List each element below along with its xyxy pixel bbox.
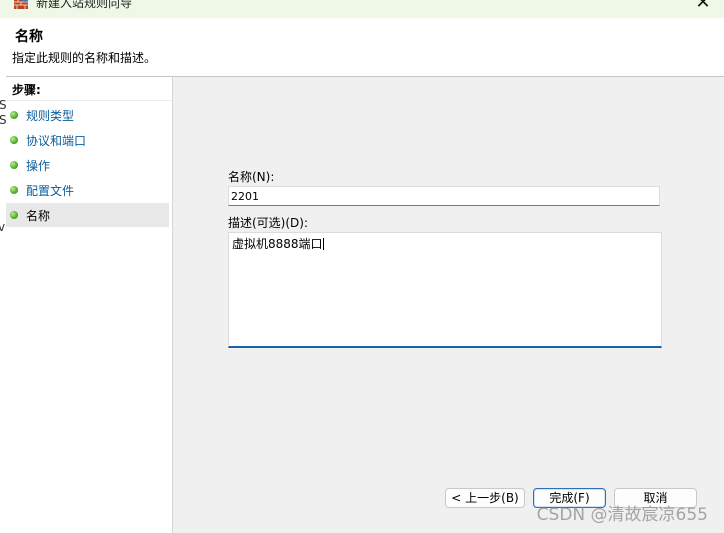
step-protocol-ports[interactable]: 协议和端口 — [6, 128, 169, 152]
title-bar: 新建入站规则向导 ✕ — [0, 0, 724, 18]
page-subtitle: 指定此规则的名称和描述。 — [12, 51, 157, 65]
step-label: 操作 — [26, 159, 51, 173]
back-button[interactable]: < 上一步(B) — [445, 488, 525, 508]
steps-divider — [6, 100, 172, 101]
wizard-window: 新建入站规则向导 ✕ 名称 指定此规则的名称和描述。 S S v 步骤: 规则类… — [0, 0, 724, 533]
firewall-icon — [13, 0, 29, 10]
steps-heading: 步骤: — [12, 83, 41, 97]
step-label: 配置文件 — [26, 184, 75, 198]
description-label: 描述(可选)(D): — [228, 216, 309, 230]
window-title: 新建入站规则向导 — [36, 0, 133, 10]
watermark: CSDN @清故宸凉655 — [536, 505, 708, 525]
step-status-icon — [10, 186, 18, 194]
name-label: 名称(N): — [228, 170, 275, 184]
step-label: 协议和端口 — [26, 134, 87, 148]
step-status-icon — [10, 161, 18, 169]
name-input[interactable]: 2201 — [228, 186, 660, 206]
description-text: 虚拟机8888端口 — [232, 237, 323, 251]
step-name[interactable]: 名称 — [6, 203, 169, 227]
wizard-header: 名称 指定此规则的名称和描述。 — [0, 18, 724, 77]
background-text-fragment: v — [0, 220, 6, 234]
page-title: 名称 — [15, 29, 43, 45]
description-textarea[interactable]: 虚拟机8888端口 — [228, 232, 662, 348]
main-panel: 名称(N): 2201 描述(可选)(D): 虚拟机8888端口 < 上一步(B… — [173, 77, 724, 533]
text-cursor — [322, 238, 324, 250]
steps-panel: 步骤: 规则类型 协议和端口 操作 配置文件 名称 — [6, 77, 173, 533]
step-label: 名称 — [26, 209, 51, 223]
step-action[interactable]: 操作 — [6, 153, 169, 177]
close-icon[interactable]: ✕ — [694, 0, 712, 12]
step-rule-type[interactable]: 规则类型 — [6, 103, 169, 127]
step-status-icon — [10, 111, 18, 119]
step-status-icon — [10, 211, 18, 219]
step-status-icon — [10, 136, 18, 144]
step-profile[interactable]: 配置文件 — [6, 178, 169, 202]
step-label: 规则类型 — [26, 109, 75, 123]
